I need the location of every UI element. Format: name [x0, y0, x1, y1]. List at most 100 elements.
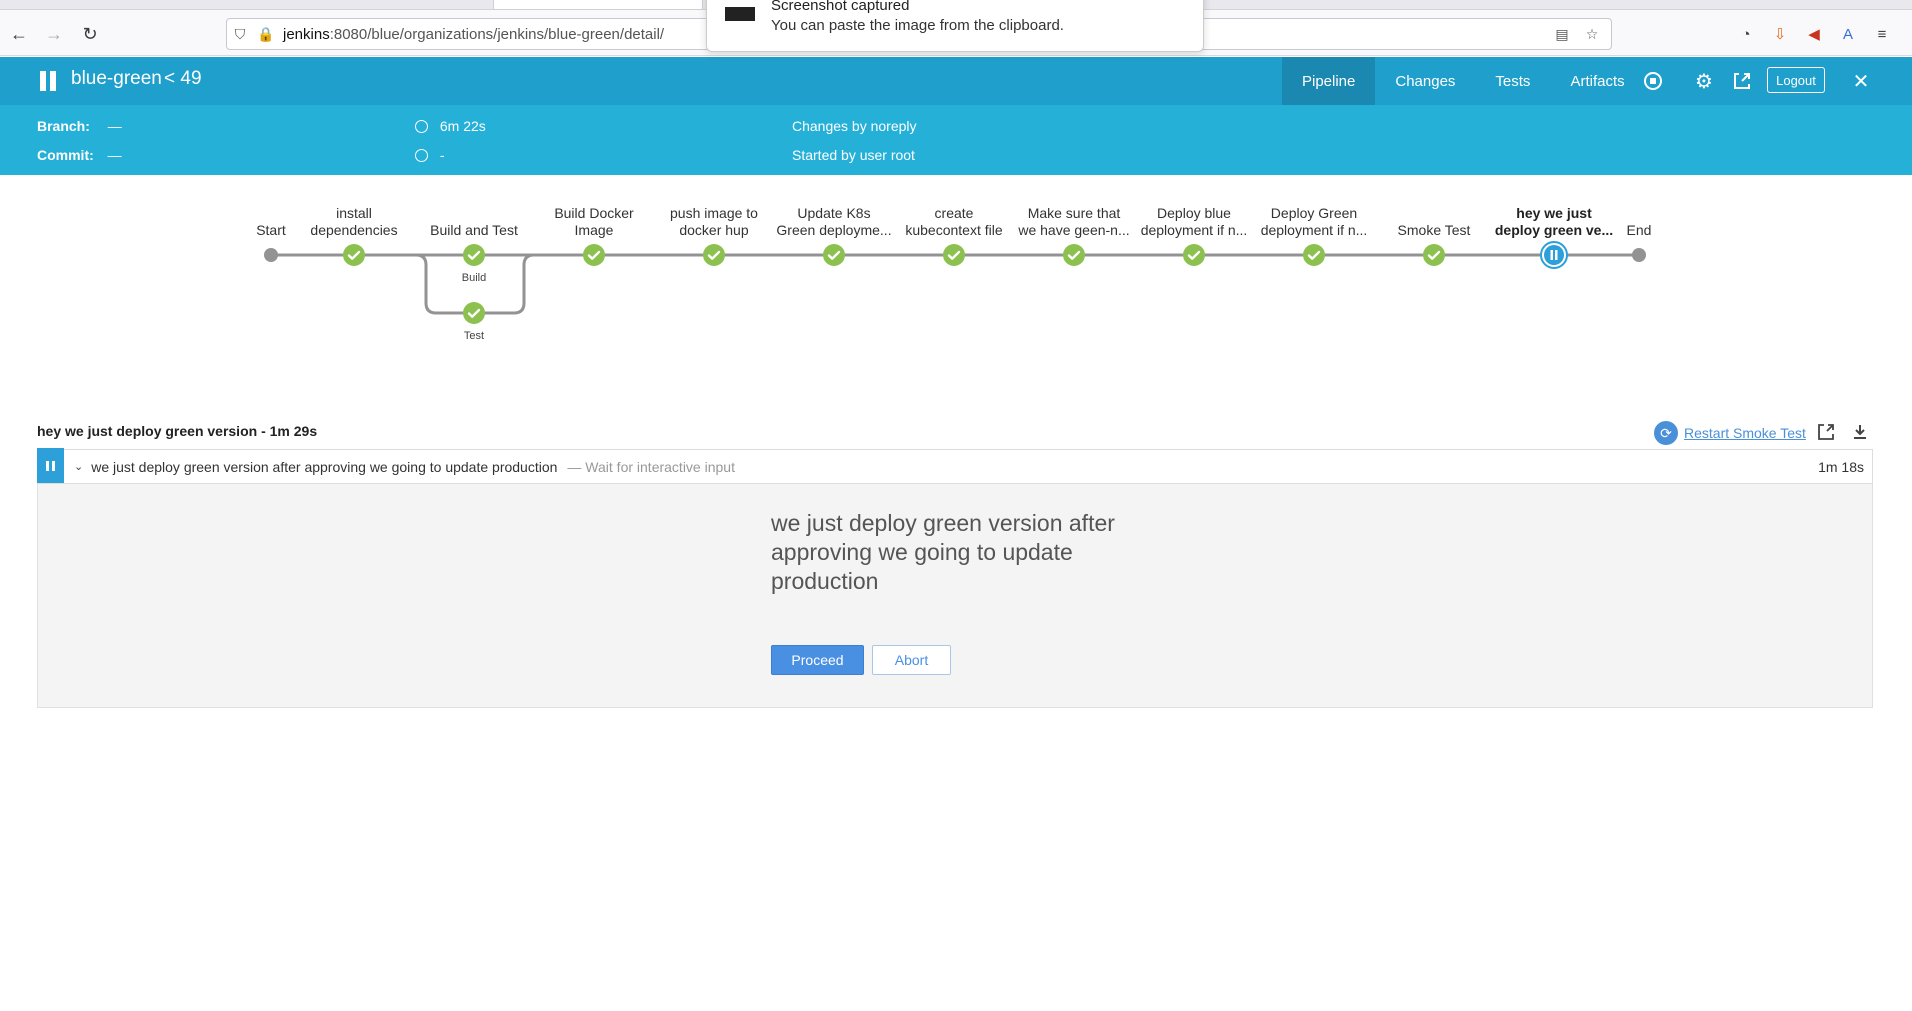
stop-icon[interactable] [1641, 69, 1665, 93]
changes-info: Changes by noreply [792, 118, 917, 134]
stage-label-line1: Deploy Green [1270, 205, 1358, 221]
chevron-down-icon[interactable]: ⌄ [74, 460, 83, 473]
stage-label-line2: kubecontext file [905, 222, 1003, 238]
parallel-node[interactable] [462, 301, 486, 325]
stage-node-success[interactable] [1422, 243, 1446, 267]
stage-label[interactable]: create kubecontext file [894, 205, 1014, 239]
input-prompt-box: we just deploy green version after appro… [37, 484, 1873, 708]
stage-label[interactable]: push image to docker hup [654, 205, 774, 239]
pipeline-graph: Start install dependencies Build and Test B… [0, 175, 1912, 375]
branch-info: Branch: — [37, 118, 122, 134]
bookmark-star-icon[interactable]: ☆ [1579, 26, 1605, 43]
restart-stage-link[interactable]: ⟳ Restart Smoke Test [1654, 421, 1806, 445]
stage-label-line1: Make sure that [1027, 205, 1121, 221]
stage-label-line2: Image [574, 222, 614, 238]
stage-label[interactable]: install dependencies [294, 205, 414, 239]
reader-view-icon[interactable]: ▤ [1549, 26, 1575, 43]
parallel-branch-label[interactable]: Test [454, 330, 494, 342]
parallel-branch-label[interactable]: Build [454, 272, 494, 284]
step-row[interactable]: ⌄ we just deploy green version after app… [37, 448, 1873, 484]
abort-button[interactable]: Abort [872, 645, 951, 675]
commit-info: Commit: — [37, 147, 122, 163]
stage-node-success[interactable] [942, 243, 966, 267]
time-info: - [415, 147, 445, 163]
notification-message: You can paste the image from the clipboa… [771, 17, 1064, 34]
stage-label[interactable]: End [1579, 205, 1699, 239]
tab-tests[interactable]: Tests [1475, 57, 1550, 105]
lock-icon[interactable]: 🔒 [253, 26, 279, 43]
stage-node-end[interactable] [1632, 248, 1646, 262]
stage-label-line2: we have geen-n... [1018, 222, 1130, 238]
step-name: we just deploy green version after appro… [91, 458, 558, 475]
stage-label-line1: Deploy blue [1157, 205, 1231, 221]
stage-node-success[interactable] [462, 243, 486, 267]
stage-label[interactable]: Deploy blue deployment if n... [1134, 205, 1254, 239]
stage-node-success[interactable] [582, 243, 606, 267]
open-classic-icon[interactable] [1730, 69, 1754, 93]
proceed-button[interactable]: Proceed [771, 645, 864, 675]
stage-label[interactable]: Deploy Green deployment if n... [1254, 205, 1374, 239]
logout-button[interactable]: Logout [1767, 67, 1825, 93]
started-info: Started by user root [792, 147, 915, 163]
duration-icon [415, 120, 428, 133]
stage-label-line2: docker hup [679, 222, 749, 238]
shield-icon[interactable]: ⛉ [227, 26, 253, 43]
job-name[interactable]: blue-green [71, 68, 162, 90]
stage-label-line2: Smoke Test [1397, 222, 1471, 238]
pocket-icon[interactable]: ◔ [1736, 24, 1756, 44]
translate-icon[interactable]: A [1838, 24, 1858, 44]
stage-label-line2: Green deployme... [776, 222, 892, 238]
stage-label-line1: Update K8s [797, 205, 871, 221]
branch-value: — [107, 118, 122, 134]
screenshot-notification[interactable]: Screenshot captured You can paste the im… [706, 0, 1204, 52]
stage-label[interactable]: Smoke Test [1374, 205, 1494, 239]
stage-node-paused[interactable] [1540, 241, 1568, 269]
download-log-icon[interactable] [1849, 421, 1871, 443]
restart-label[interactable]: Restart Smoke Test [1684, 425, 1806, 441]
step-paused-icon [37, 448, 64, 483]
download-icon[interactable]: ⇩ [1770, 24, 1790, 44]
chevron-left-icon[interactable]: < [164, 68, 175, 89]
duration-info: 6m 22s [415, 118, 486, 134]
forward-icon[interactable]: → [40, 20, 68, 48]
restart-icon[interactable]: ⟳ [1654, 421, 1678, 445]
stage-node-success[interactable] [822, 243, 846, 267]
commit-value: — [107, 147, 122, 163]
stage-label-line1: install [336, 205, 372, 221]
reload-icon[interactable]: ↻ [76, 20, 104, 48]
stage-label-line1: create [934, 205, 974, 221]
stage-label-line1 [1374, 205, 1494, 222]
stage-label-line2: Build and Test [430, 222, 518, 238]
url-text[interactable]: jenkins:8080/blue/organizations/jenkins/… [283, 26, 664, 43]
stage-label[interactable]: Make sure that we have geen-n... [1014, 205, 1134, 239]
run-tabs: Pipeline Changes Tests Artifacts [1282, 57, 1645, 105]
open-log-icon[interactable] [1815, 421, 1837, 443]
branch-label: Branch: [37, 118, 90, 134]
close-icon[interactable]: ✕ [1849, 69, 1873, 93]
step-panel-title: hey we just deploy green version - 1m 29… [37, 423, 318, 439]
gear-icon[interactable]: ⚙ [1692, 69, 1716, 93]
stage-label[interactable]: Build and Test [414, 205, 534, 239]
run-number[interactable]: < 49 [164, 68, 202, 90]
stage-node-start[interactable] [264, 248, 278, 262]
tab-artifacts[interactable]: Artifacts [1550, 57, 1644, 105]
menu-icon[interactable]: ≡ [1872, 24, 1892, 44]
stage-node-success[interactable] [1182, 243, 1206, 267]
back-icon[interactable]: ← [5, 20, 33, 48]
stage-label[interactable]: Update K8s Green deployme... [774, 205, 894, 239]
stage-node-success[interactable] [1062, 243, 1086, 267]
screenshot-thumbnail [725, 7, 755, 21]
stage-label-line1: Build Docker [554, 205, 634, 221]
stage-node-success[interactable] [342, 243, 366, 267]
tab-changes[interactable]: Changes [1375, 57, 1475, 105]
stage-node-success[interactable] [1302, 243, 1326, 267]
browser-tab[interactable] [493, 0, 703, 10]
stage-label[interactable]: Build Docker Image [534, 205, 654, 239]
extension-icon[interactable]: ◀ [1804, 24, 1824, 44]
notification-title: Screenshot captured [771, 0, 910, 14]
stage-label-line2: End [1626, 222, 1652, 238]
tab-pipeline[interactable]: Pipeline [1282, 57, 1376, 105]
step-duration: 1m 18s [1818, 459, 1864, 475]
input-message: we just deploy green version after appro… [771, 510, 1115, 594]
stage-node-success[interactable] [702, 243, 726, 267]
